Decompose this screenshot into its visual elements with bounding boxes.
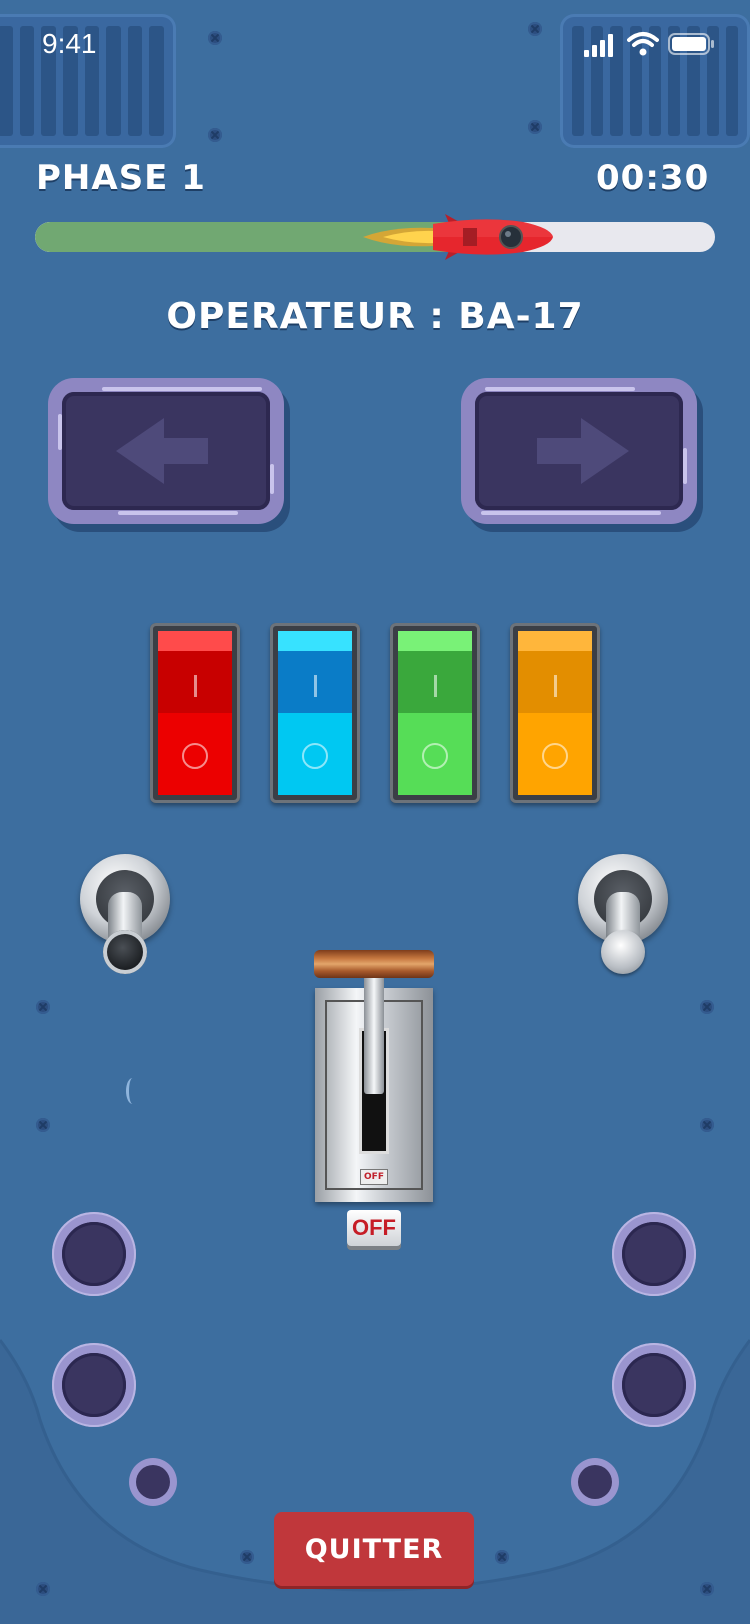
- round-button[interactable]: [52, 1343, 136, 1427]
- game-screen: 9:41 PHASE 1 00:30 OPERATEUR : BA-17 OFF…: [0, 0, 750, 1624]
- cellular-signal-icon: [584, 32, 618, 58]
- right-arrow-button[interactable]: [461, 378, 697, 524]
- screw-icon: [208, 128, 222, 142]
- round-button[interactable]: [612, 1212, 696, 1296]
- left-toggle-knob: [103, 930, 147, 974]
- round-button[interactable]: [612, 1343, 696, 1427]
- screw-icon: [700, 1118, 714, 1132]
- power-off-icon: [182, 743, 208, 769]
- power-off-icon: [542, 743, 568, 769]
- rocker-on-half: [278, 631, 352, 713]
- arrow-right-icon: [537, 418, 629, 484]
- rocker-switch-orange[interactable]: [510, 623, 600, 803]
- glint-mark: [126, 1078, 139, 1104]
- quit-button[interactable]: QUITTER: [274, 1512, 474, 1586]
- screw-icon: [36, 1000, 50, 1014]
- screw-icon: [495, 1550, 509, 1564]
- power-off-icon: [422, 743, 448, 769]
- small-round-button[interactable]: [571, 1458, 619, 1506]
- arrow-left-icon: [116, 418, 208, 484]
- rocker-off-half: [518, 713, 592, 795]
- rocker-switch-blue[interactable]: [270, 623, 360, 803]
- phase-label: PHASE 1: [36, 158, 206, 198]
- status-time: 9:41: [42, 28, 97, 59]
- throttle-handle[interactable]: [314, 950, 434, 978]
- screw-icon: [528, 120, 542, 134]
- rocket-icon: [363, 204, 554, 268]
- screw-icon: [700, 1582, 714, 1596]
- small-round-button[interactable]: [129, 1458, 177, 1506]
- rocker-off-half: [398, 713, 472, 795]
- power-on-icon: [194, 675, 197, 697]
- rocker-switch-green[interactable]: [390, 623, 480, 803]
- screw-icon: [208, 31, 222, 45]
- rocker-on-half: [398, 631, 472, 713]
- operator-label: OPERATEUR : BA-17: [166, 296, 584, 337]
- power-off-icon: [302, 743, 328, 769]
- throttle-shaft: [364, 972, 384, 1094]
- rocker-off-half: [158, 713, 232, 795]
- wifi-icon: [627, 30, 659, 58]
- rocker-switch-red[interactable]: [150, 623, 240, 803]
- rocker-on-half: [158, 631, 232, 713]
- screw-icon: [36, 1582, 50, 1596]
- screw-icon: [528, 22, 542, 36]
- power-on-icon: [554, 675, 557, 697]
- battery-icon: [668, 31, 716, 57]
- rocker-off-half: [278, 713, 352, 795]
- screw-icon: [36, 1118, 50, 1132]
- screw-icon: [700, 1000, 714, 1014]
- round-button[interactable]: [52, 1212, 136, 1296]
- power-on-icon: [314, 675, 317, 697]
- screw-icon: [240, 1550, 254, 1564]
- throttle-plate-label: OFF: [360, 1169, 388, 1185]
- right-toggle-knob: [601, 930, 645, 974]
- power-on-icon: [434, 675, 437, 697]
- left-arrow-button[interactable]: [48, 378, 284, 524]
- timer-label: 00:30: [596, 158, 710, 198]
- off-button[interactable]: OFF: [347, 1210, 401, 1246]
- rocker-on-half: [518, 631, 592, 713]
